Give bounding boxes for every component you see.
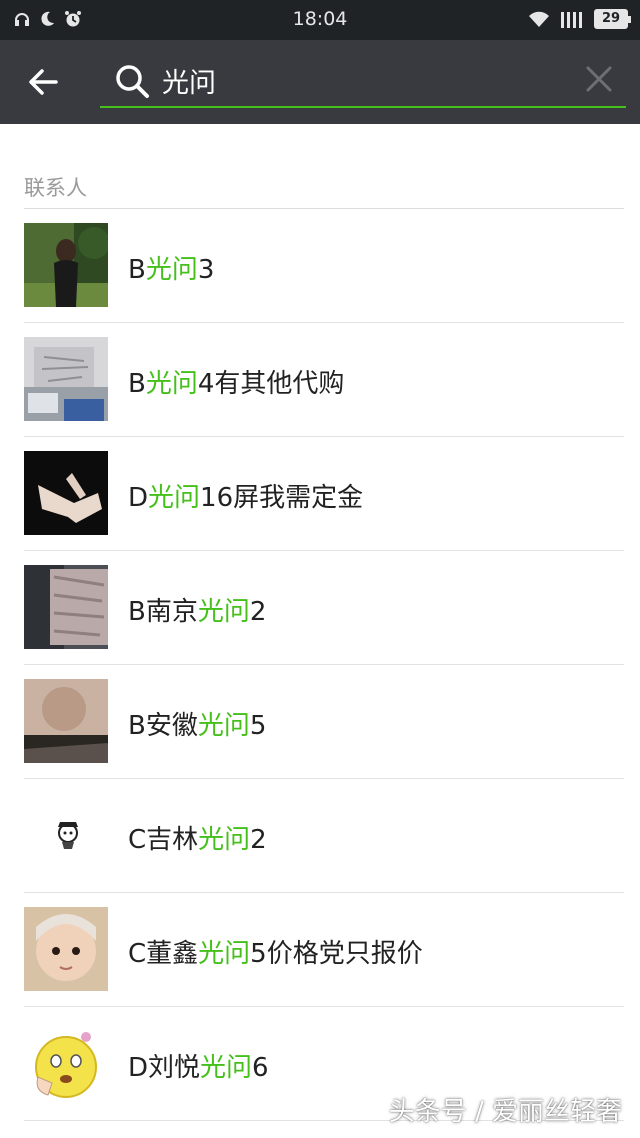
avatar: [24, 907, 108, 991]
contact-row[interactable]: B安徽光问5: [0, 665, 640, 779]
contact-name: B南京光问2: [128, 597, 267, 627]
avatar: [24, 793, 108, 877]
contact-name: C吉林光问2: [128, 825, 267, 855]
status-icons-right: 29: [528, 9, 631, 29]
avatar: [24, 451, 108, 535]
contact-row[interactable]: B光问4有其他代购: [0, 323, 640, 437]
avatar: [24, 679, 108, 763]
search-results: 联系人 B光问3 B光问4有其他代购 D光问16屏我需定金 B南京光问2 B安徽…: [0, 124, 640, 1138]
contact-name: B光问3: [128, 255, 215, 285]
search-input[interactable]: [162, 62, 562, 98]
contact-list: B光问3 B光问4有其他代购 D光问16屏我需定金 B南京光问2 B安徽光问5 …: [0, 209, 640, 1121]
contact-name: D刘悦光问6: [128, 1053, 269, 1083]
avatar: [24, 223, 108, 307]
search-header: [0, 40, 640, 124]
back-arrow-icon[interactable]: [24, 62, 64, 102]
contact-row[interactable]: C董鑫光问5价格党只报价: [0, 893, 640, 1007]
avatar: [24, 337, 108, 421]
search-icon: [116, 65, 149, 98]
wifi-icon: [529, 11, 549, 27]
signal-icon: [561, 12, 582, 28]
search-field[interactable]: [100, 58, 626, 108]
contact-row[interactable]: B光问3: [0, 209, 640, 323]
avatar: [24, 565, 108, 649]
contact-row[interactable]: D光问16屏我需定金: [0, 437, 640, 551]
contact-name: D光问16屏我需定金: [128, 483, 364, 513]
section-title-contacts: 联系人: [24, 176, 87, 200]
contact-row[interactable]: B南京光问2: [0, 551, 640, 665]
contact-name: C董鑫光问5价格党只报价: [128, 939, 423, 969]
status-bar: 18:04 29: [0, 0, 640, 40]
watermark: 头条号 / 爱丽丝轻奢: [388, 1097, 622, 1127]
contact-name: B安徽光问5: [128, 711, 267, 741]
contact-name: B光问4有其他代购: [128, 369, 345, 399]
battery-icon: 29: [594, 9, 631, 29]
contact-row[interactable]: C吉林光问2: [0, 779, 640, 893]
avatar: [24, 1021, 108, 1105]
clear-icon[interactable]: [584, 64, 614, 94]
